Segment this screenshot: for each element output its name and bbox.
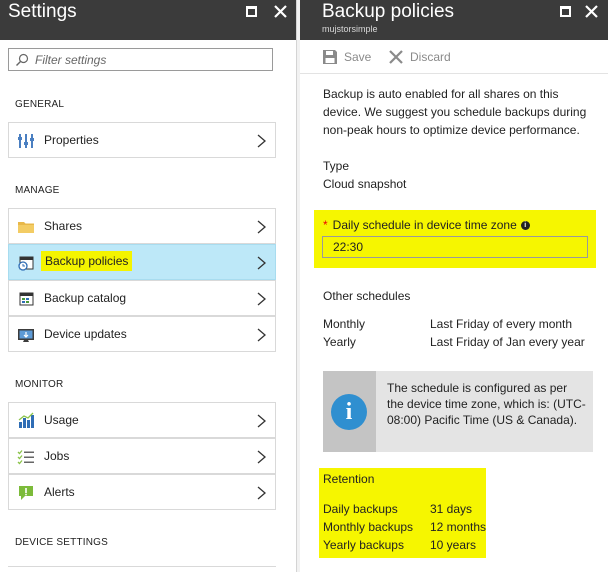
maximize-icon[interactable]	[556, 2, 574, 20]
schedule-value: Last Friday of Jan every year	[430, 335, 585, 349]
daily-schedule-label-text: Daily schedule in device time zone	[332, 218, 517, 232]
chevron-right-icon	[257, 414, 266, 428]
backup-catalog-icon	[19, 292, 34, 306]
section-general: GENERAL	[15, 99, 65, 110]
retention-value: 31 days	[430, 502, 473, 516]
chevron-right-icon	[257, 134, 266, 148]
menu-item-properties[interactable]: Properties	[8, 122, 276, 158]
settings-header: Settings	[0, 0, 296, 40]
properties-icon	[18, 134, 34, 148]
chevron-right-icon	[257, 292, 266, 306]
device-name-subtitle: mujstorsimple	[322, 24, 378, 34]
close-icon[interactable]	[271, 2, 289, 20]
usage-chart-icon	[18, 412, 34, 428]
filter-settings-input[interactable]	[35, 51, 265, 68]
daily-schedule-highlight: * Daily schedule in device time zone i 2…	[314, 210, 596, 268]
menu-item-device-updates[interactable]: Device updates	[8, 316, 276, 352]
retention-name: Yearly backups	[323, 538, 404, 552]
retention-row-monthly: Monthly backups 12 months	[323, 520, 493, 538]
discard-button[interactable]: Discard	[388, 49, 451, 65]
search-icon	[16, 53, 29, 66]
folder-icon	[18, 222, 34, 233]
menu-label-shares: Shares	[44, 219, 83, 233]
info-box-icon-area: i	[323, 371, 376, 452]
discard-x-icon	[389, 50, 403, 64]
chevron-right-icon	[257, 328, 266, 342]
save-icon	[323, 50, 337, 64]
section-monitor: MONITOR	[15, 379, 64, 390]
menu-item-backup-catalog[interactable]: Backup catalog	[8, 280, 276, 316]
command-bar: Save Discard	[300, 40, 608, 74]
menu-label-jobs: Jobs	[44, 449, 70, 463]
section-manage: MANAGE	[15, 185, 60, 196]
chevron-right-icon	[257, 256, 266, 270]
timezone-info-text: The schedule is configured as per the de…	[387, 381, 586, 427]
menu-item-shares[interactable]: Shares	[8, 208, 276, 244]
backup-policy-icon	[18, 256, 34, 271]
alert-icon	[19, 486, 33, 500]
discard-label: Discard	[410, 50, 451, 64]
device-updates-icon	[18, 329, 34, 342]
schedule-row-monthly: Monthly Last Friday of every month	[323, 317, 603, 335]
menu-label-backup-catalog: Backup catalog	[44, 291, 127, 305]
chevron-right-icon	[257, 486, 266, 500]
type-value: Cloud snapshot	[323, 177, 407, 191]
backup-policies-title: Backup policies	[322, 1, 455, 22]
backup-description: Backup is auto enabled for all shares on…	[323, 87, 587, 137]
menu-label-properties: Properties	[44, 133, 99, 147]
backup-policies-header: Backup policies mujstorsimple	[300, 0, 608, 40]
filter-settings-field[interactable]	[8, 48, 273, 71]
type-label: Type	[323, 159, 350, 173]
menu-item-alerts[interactable]: Alerts	[8, 474, 276, 510]
info-circle-icon: i	[331, 394, 367, 430]
maximize-icon[interactable]	[242, 2, 260, 20]
menu-label-backup-policies: Backup policies	[41, 251, 133, 271]
menu-item-partial	[8, 566, 276, 572]
schedule-value: Last Friday of every month	[430, 317, 573, 331]
info-icon[interactable]: i	[520, 220, 530, 230]
retention-name: Daily backups	[323, 502, 398, 516]
schedule-name: Yearly	[323, 335, 356, 349]
save-button[interactable]: Save	[322, 49, 371, 65]
other-schedules-label: Other schedules	[323, 289, 411, 303]
save-label: Save	[344, 50, 372, 64]
menu-label-alerts: Alerts	[44, 485, 75, 499]
menu-item-usage[interactable]: Usage	[8, 402, 276, 438]
retention-row-daily: Daily backups 31 days	[323, 502, 493, 520]
settings-blade: Settings GENERAL Properties MANAGE	[0, 0, 296, 572]
jobs-list-icon	[17, 450, 34, 465]
menu-label-usage: Usage	[44, 413, 79, 427]
chevron-right-icon	[257, 220, 266, 234]
chevron-right-icon	[257, 450, 266, 464]
daily-schedule-time-field[interactable]: 22:30	[322, 236, 588, 258]
menu-label-device-updates: Device updates	[44, 327, 127, 341]
retention-label: Retention	[323, 472, 375, 486]
retention-value: 10 years	[430, 538, 477, 552]
retention-name: Monthly backups	[323, 520, 414, 534]
menu-item-backup-policies[interactable]: Backup policies	[8, 244, 276, 280]
section-device-settings: DEVICE SETTINGS	[15, 537, 109, 548]
schedule-name: Monthly	[323, 317, 366, 331]
daily-schedule-label: * Daily schedule in device time zone i	[323, 218, 530, 232]
timezone-info-box: i The schedule is configured as per the …	[323, 371, 593, 452]
settings-title: Settings	[8, 1, 77, 22]
retention-value: 12 months	[430, 520, 487, 534]
close-icon[interactable]	[582, 2, 600, 20]
menu-item-jobs[interactable]: Jobs	[8, 438, 276, 474]
required-asterisk: *	[323, 218, 328, 232]
schedule-row-yearly: Yearly Last Friday of Jan every year	[323, 335, 603, 353]
retention-row-yearly: Yearly backups 10 years	[323, 538, 493, 556]
